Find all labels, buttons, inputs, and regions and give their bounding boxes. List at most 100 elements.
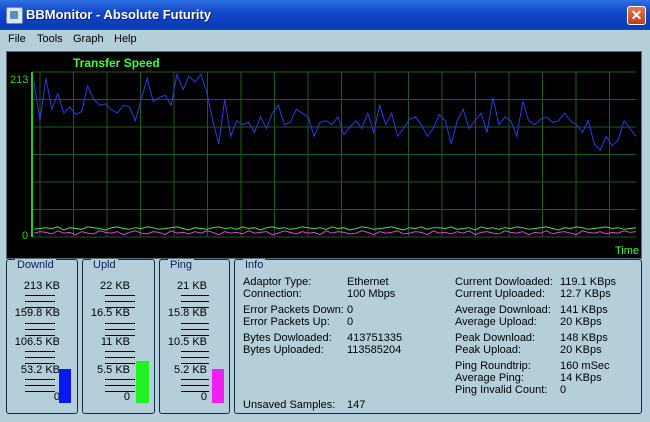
upload-tick-mark [105, 379, 135, 380]
average-ping-label: Average Ping: [455, 372, 524, 384]
upload-tick-mark [105, 351, 135, 352]
download-tick-mark [25, 295, 55, 296]
graph-grid [32, 71, 636, 238]
upload-bar-track [136, 330, 149, 403]
download-tick-mark [25, 385, 55, 386]
bytes-downloaded-label: Bytes Dowloaded: [243, 332, 332, 344]
unsaved-samples-value: 147 [347, 399, 366, 411]
ping-tick-mark [181, 329, 209, 330]
download-gauge-title: Downld [15, 259, 56, 271]
download-tick-label: 106.5 KB [14, 336, 60, 348]
graph-title: Transfer Speed [73, 56, 160, 70]
ping-tick-mark [181, 301, 209, 302]
menu-file[interactable]: File [8, 33, 26, 45]
ping-tick-mark [181, 351, 209, 352]
current-download-value: 119.1 KBps [560, 276, 617, 288]
current-download-label: Current Dowloaded: [455, 276, 553, 288]
ping-tick-label: 10.5 KB [167, 336, 207, 348]
upload-tick-mark [105, 357, 135, 358]
download-tick-mark [25, 363, 55, 364]
average-ping-value: 14 KBps [560, 372, 602, 384]
download-tick-label: 53.2 KB [20, 364, 60, 376]
upload-gauge-title: Upld [91, 259, 118, 271]
adaptor-type-value: Ethernet [347, 276, 389, 288]
download-series-line [33, 72, 637, 152]
error-packets-down-label: Error Packets Down: [243, 304, 344, 316]
download-tick-mark [25, 379, 55, 380]
upload-tick-mark [105, 363, 135, 364]
ping-roundtrip-value: 160 mSec [560, 360, 610, 372]
ping-tick-mark [181, 295, 209, 296]
info-title: Info [243, 259, 266, 271]
connection-value: 100 Mbps [347, 288, 396, 300]
adaptor-type-label: Adaptor Type: [243, 276, 312, 288]
average-download-label: Average Download: [455, 304, 551, 316]
ping-tick-mark [181, 391, 209, 392]
upload-tick-mark [105, 385, 135, 386]
upload-tick-mark [105, 295, 135, 296]
app-icon [6, 7, 23, 24]
download-tick-label: 213 KB [23, 280, 60, 292]
info-panel: Info Adaptor Type: Ethernet Connection: … [234, 259, 642, 414]
upload-tick-label: 0 [123, 391, 130, 403]
upload-tick-mark [105, 335, 135, 336]
ping-bar-track [212, 335, 224, 403]
current-upload-label: Current Uploaded: [455, 288, 545, 300]
download-tick-mark [25, 323, 55, 324]
download-bar-track [59, 335, 71, 403]
graph-y-min-label: 0 [22, 230, 28, 242]
upload-bar-fill [136, 360, 149, 403]
download-tick-mark [25, 307, 55, 308]
ping-invalid-count-value: 0 [560, 384, 567, 396]
ping-tick-label: 15.8 KB [167, 307, 207, 319]
ping-tick-mark [181, 363, 209, 364]
ping-gauge-title: Ping [168, 259, 195, 271]
download-tick-mark [25, 391, 55, 392]
download-gauge: Downld 213 KB 159.8 KB 106.5 KB 53.2 KB … [6, 259, 78, 414]
ping-tick-mark [181, 323, 209, 324]
error-packets-down-value: 0 [347, 304, 354, 316]
upload-tick-label: 16.5 KB [90, 307, 130, 319]
menu-graph[interactable]: Graph [73, 33, 104, 45]
menu-help[interactable]: Help [114, 33, 137, 45]
download-tick-mark [25, 301, 55, 302]
unsaved-samples-label: Unsaved Samples: [243, 399, 336, 411]
download-tick-label: 159.8 KB [14, 307, 60, 319]
error-packets-up-value: 0 [347, 316, 354, 328]
ping-roundtrip-label: Ping Roundtrip: [455, 360, 531, 372]
download-tick-mark [25, 329, 55, 330]
download-tick-mark [25, 351, 55, 352]
peak-download-value: 148 KBps [560, 332, 608, 344]
upload-tick-mark [105, 301, 135, 302]
transfer-speed-graph: Transfer Speed 213 0 Time [6, 51, 642, 259]
bytes-downloaded-value: 413751335 [347, 332, 403, 344]
upload-series-line [33, 226, 637, 231]
average-upload-value: 20 KBps [560, 316, 602, 328]
bytes-uploaded-label: Bytes Uploaded: [243, 344, 324, 356]
upload-tick-label: 5.5 KB [96, 364, 130, 376]
upload-gauge: Upld 22 KB 16.5 KB 11 KB 5.5 KB 0 [82, 259, 155, 414]
title-bar[interactable]: BBMonitor - Absolute Futurity ✕ [0, 0, 650, 31]
ping-tick-label: 21 KB [177, 280, 207, 292]
average-upload-label: Average Upload: [455, 316, 537, 328]
menu-tools[interactable]: Tools [37, 33, 63, 45]
upload-tick-mark [105, 323, 135, 324]
ping-gauge: Ping 21 KB 15.8 KB 10.5 KB 5.2 KB 0 [159, 259, 230, 414]
ping-tick-mark [181, 357, 209, 358]
graph-x-label: Time [615, 245, 639, 257]
ping-tick-mark [181, 307, 209, 308]
download-tick-mark [25, 357, 55, 358]
ping-series-line [33, 230, 637, 236]
graph-y-max-label: 213 [10, 74, 28, 86]
close-button[interactable]: ✕ [627, 6, 646, 25]
peak-download-label: Peak Download: [455, 332, 536, 344]
upload-tick-mark [105, 307, 135, 308]
ping-tick-mark [181, 379, 209, 380]
ping-tick-label: 5.2 KB [173, 364, 207, 376]
bytes-uploaded-value: 113585204 [347, 344, 402, 356]
upload-tick-label: 22 KB [100, 280, 130, 292]
connection-label: Connection: [243, 288, 302, 300]
ping-tick-mark [181, 335, 209, 336]
download-bar-fill [59, 369, 71, 403]
error-packets-up-label: Error Packets Up: [243, 316, 330, 328]
